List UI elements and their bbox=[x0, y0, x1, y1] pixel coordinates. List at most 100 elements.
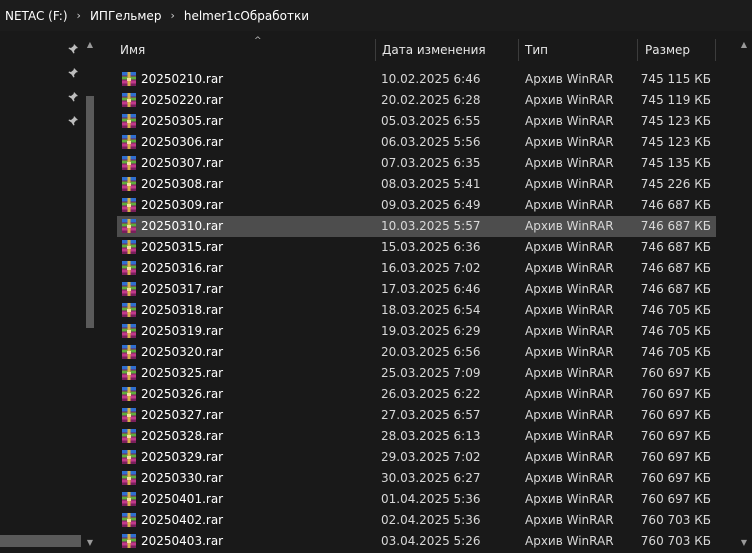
table-row[interactable]: 20250308.rar 08.03.2025 5:41 Архив WinRAR 7… bbox=[117, 174, 716, 195]
column-header-date[interactable]: Дата изменения bbox=[376, 37, 519, 63]
table-row[interactable]: 20250309.rar 09.03.2025 6:49 Архив WinRAR 7… bbox=[117, 195, 716, 216]
column-header-label: Размер bbox=[645, 43, 691, 57]
table-row[interactable]: 20250305.rar 05.03.2025 6:55 Архив WinRAR 7… bbox=[117, 111, 716, 132]
file-name[interactable]: 20250315.rar bbox=[141, 237, 223, 258]
file-size: 760 697 КБ bbox=[640, 429, 711, 443]
file-size: 745 226 КБ bbox=[640, 177, 711, 191]
breadcrumb-item-drive[interactable]: NETAC (F:) bbox=[5, 9, 68, 23]
file-type: Архив WinRAR bbox=[525, 72, 614, 86]
file-type: Архив WinRAR bbox=[525, 450, 614, 464]
table-row[interactable]: 20250330.rar 30.03.2025 6:27 Архив WinRAR 7… bbox=[117, 468, 716, 489]
file-name[interactable]: 20250320.rar bbox=[141, 342, 223, 363]
scroll-up-icon[interactable]: ▲ bbox=[739, 40, 749, 49]
scroll-down-icon[interactable]: ▼ bbox=[739, 538, 749, 547]
pin-icon[interactable] bbox=[67, 43, 79, 55]
file-name[interactable]: 20250220.rar bbox=[141, 90, 223, 111]
file-name[interactable]: 20250325.rar bbox=[141, 363, 223, 384]
file-date: 28.03.2025 6:13 bbox=[381, 429, 481, 443]
table-row[interactable]: 20250220.rar 20.02.2025 6:28 Архив WinRAR 7… bbox=[117, 90, 716, 111]
winrar-archive-icon bbox=[121, 365, 137, 381]
file-name[interactable]: 20250305.rar bbox=[141, 111, 223, 132]
column-header-size[interactable]: Размер bbox=[639, 37, 716, 63]
table-row[interactable]: 20250210.rar 10.02.2025 6:46 Архив WinRAR 7… bbox=[117, 69, 716, 90]
file-date: 09.03.2025 6:49 bbox=[381, 198, 481, 212]
column-divider[interactable] bbox=[637, 39, 638, 61]
table-row[interactable]: 20250320.rar 20.03.2025 6:56 Архив WinRAR 7… bbox=[117, 342, 716, 363]
file-date: 16.03.2025 7:02 bbox=[381, 261, 481, 275]
table-row[interactable]: 20250316.rar 16.03.2025 7:02 Архив WinRAR 7… bbox=[117, 258, 716, 279]
file-name[interactable]: 20250310.rar bbox=[141, 216, 223, 237]
file-size: 760 697 КБ bbox=[640, 408, 711, 422]
winrar-archive-icon bbox=[121, 176, 137, 192]
pin-icon[interactable] bbox=[67, 67, 79, 79]
table-row[interactable]: 20250328.rar 28.03.2025 6:13 Архив WinRAR 7… bbox=[117, 426, 716, 447]
pin-icon[interactable] bbox=[67, 115, 79, 127]
file-name[interactable]: 20250210.rar bbox=[141, 69, 223, 90]
breadcrumb-item-folder[interactable]: ИПГельмер bbox=[90, 9, 162, 23]
file-name[interactable]: 20250402.rar bbox=[141, 510, 223, 531]
column-header-name[interactable]: ^ Имя bbox=[114, 36, 376, 63]
table-row[interactable]: 20250306.rar 06.03.2025 5:56 Архив WinRAR 7… bbox=[117, 132, 716, 153]
column-header-type[interactable]: Тип bbox=[519, 37, 638, 63]
scroll-up-icon[interactable]: ▲ bbox=[85, 40, 95, 49]
breadcrumb-item-current[interactable]: helmer1cОбработки bbox=[184, 9, 309, 23]
table-row[interactable]: 20250319.rar 19.03.2025 6:29 Архив WinRAR 7… bbox=[117, 321, 716, 342]
table-row[interactable]: 20250315.rar 15.03.2025 6:36 Архив WinRAR 7… bbox=[117, 237, 716, 258]
winrar-archive-icon bbox=[121, 260, 137, 276]
winrar-archive-icon bbox=[121, 92, 137, 108]
file-date: 01.04.2025 5:36 bbox=[381, 492, 481, 506]
file-name[interactable]: 20250318.rar bbox=[141, 300, 223, 321]
file-name[interactable]: 20250328.rar bbox=[141, 426, 223, 447]
file-name[interactable]: 20250309.rar bbox=[141, 195, 223, 216]
scrollbar-thumb[interactable] bbox=[86, 96, 94, 328]
file-name[interactable]: 20250319.rar bbox=[141, 321, 223, 342]
table-row[interactable]: 20250326.rar 26.03.2025 6:22 Архив WinRAR 7… bbox=[117, 384, 716, 405]
file-name[interactable]: 20250327.rar bbox=[141, 405, 223, 426]
file-name[interactable]: 20250329.rar bbox=[141, 447, 223, 468]
winrar-archive-icon bbox=[121, 344, 137, 360]
file-list-scrollbar[interactable]: ▲ ▼ bbox=[739, 36, 749, 550]
horizontal-scrollbar-thumb[interactable] bbox=[0, 535, 81, 547]
file-name[interactable]: 20250330.rar bbox=[141, 468, 223, 489]
sort-ascending-icon: ^ bbox=[254, 36, 262, 46]
table-row[interactable]: 20250327.rar 27.03.2025 6:57 Архив WinRAR 7… bbox=[117, 405, 716, 426]
file-name[interactable]: 20250401.rar bbox=[141, 489, 223, 510]
table-row[interactable]: 20250329.rar 29.03.2025 7:02 Архив WinRAR 7… bbox=[117, 447, 716, 468]
column-divider[interactable] bbox=[715, 39, 716, 61]
pin-icon[interactable] bbox=[67, 91, 79, 103]
file-name[interactable]: 20250317.rar bbox=[141, 279, 223, 300]
file-date: 30.03.2025 6:27 bbox=[381, 471, 481, 485]
file-name[interactable]: 20250307.rar bbox=[141, 153, 223, 174]
table-row[interactable]: 20250325.rar 25.03.2025 7:09 Архив WinRAR 7… bbox=[117, 363, 716, 384]
winrar-archive-icon bbox=[121, 407, 137, 423]
table-row[interactable]: 20250318.rar 18.03.2025 6:54 Архив WinRAR 7… bbox=[117, 300, 716, 321]
table-row[interactable]: 20250403.rar 03.04.2025 5:26 Архив WinRAR 7… bbox=[117, 531, 716, 552]
table-row[interactable]: 20250401.rar 01.04.2025 5:36 Архив WinRAR 7… bbox=[117, 489, 716, 510]
table-row[interactable]: 20250402.rar 02.04.2025 5:36 Архив WinRAR 7… bbox=[117, 510, 716, 531]
breadcrumb-separator-icon[interactable]: › bbox=[170, 9, 174, 22]
scroll-down-icon[interactable]: ▼ bbox=[85, 538, 95, 547]
file-name[interactable]: 20250316.rar bbox=[141, 258, 223, 279]
file-date: 29.03.2025 7:02 bbox=[381, 450, 481, 464]
table-row[interactable]: 20250317.rar 17.03.2025 6:46 Архив WinRAR 7… bbox=[117, 279, 716, 300]
breadcrumb: NETAC (F:) › ИПГельмер › helmer1cОбработ… bbox=[0, 0, 752, 31]
file-type: Архив WinRAR bbox=[525, 156, 614, 170]
winrar-archive-icon bbox=[121, 512, 137, 528]
file-name[interactable]: 20250403.rar bbox=[141, 531, 223, 552]
file-name[interactable]: 20250326.rar bbox=[141, 384, 223, 405]
breadcrumb-separator-icon[interactable]: › bbox=[77, 9, 81, 22]
file-size: 746 705 КБ bbox=[640, 345, 711, 359]
table-row-selected[interactable]: 20250310.rar 10.03.2025 5:57 Архив WinRAR 7… bbox=[117, 216, 716, 237]
file-size: 746 705 КБ bbox=[640, 324, 711, 338]
file-type: Архив WinRAR bbox=[525, 93, 614, 107]
winrar-archive-icon bbox=[121, 386, 137, 402]
nav-pane-scrollbar[interactable]: ▲ ▼ bbox=[85, 36, 95, 550]
winrar-archive-icon bbox=[121, 113, 137, 129]
table-row[interactable]: 20250307.rar 07.03.2025 6:35 Архив WinRAR 7… bbox=[117, 153, 716, 174]
file-name[interactable]: 20250306.rar bbox=[141, 132, 223, 153]
file-date: 02.04.2025 5:36 bbox=[381, 513, 481, 527]
file-name[interactable]: 20250308.rar bbox=[141, 174, 223, 195]
column-header-row: ^ Имя Дата изменения Тип Размер bbox=[100, 36, 752, 63]
file-date: 27.03.2025 6:57 bbox=[381, 408, 481, 422]
file-size: 746 687 КБ bbox=[640, 219, 711, 233]
